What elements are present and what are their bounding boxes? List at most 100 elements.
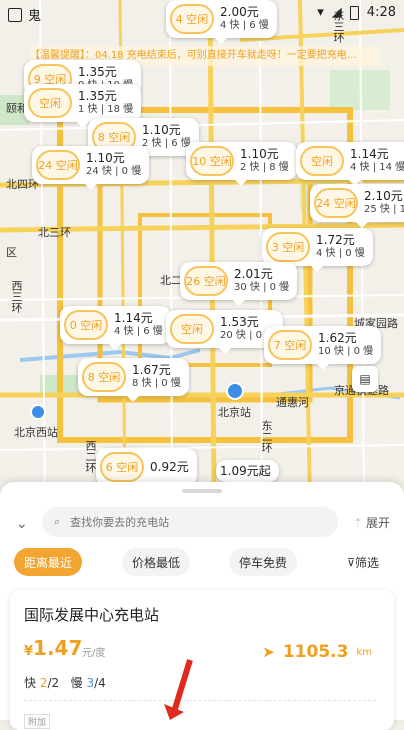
map-location-icon[interactable] (30, 404, 46, 420)
fast-total: /2 (47, 676, 60, 690)
filter-nearest[interactable]: 距离最近 (14, 548, 82, 576)
place-label: 北京站 (218, 406, 251, 419)
pin-price: 1.14元 (350, 147, 389, 161)
station-search-box[interactable]: ⌕ (42, 507, 338, 537)
search-icon: ⌕ (54, 515, 61, 528)
place-label: 东三环 (332, 10, 345, 43)
station-pin[interactable]: 8 空闲 1.67元 8 快 | 0 慢 (78, 358, 189, 402)
pin-count: 10 快 | 0 慢 (318, 346, 374, 357)
pin-free-badge: 7 空闲 (268, 330, 312, 360)
filter-icon: ⊽ (346, 555, 356, 569)
map-location-icon[interactable] (226, 382, 244, 400)
pin-price: 1.35元 (78, 65, 117, 79)
filter-more-label: 筛选 (355, 555, 380, 570)
filter-free-parking[interactable]: 停车免费 (229, 548, 297, 576)
distance-unit: km (356, 646, 372, 658)
pin-price: 2.01元 (234, 267, 273, 281)
station-tag: 附加 (24, 714, 51, 729)
filter-more[interactable]: ⊽ 筛选 (338, 548, 388, 576)
red-arrow-annotation (164, 659, 193, 720)
pin-price: 2.00元 (220, 5, 259, 19)
station-search-input[interactable] (68, 514, 313, 530)
station-pin[interactable]: 4 空闲 2.00元 4 快 | 6 慢 (166, 0, 277, 44)
pin-free-badge: 26 空闲 (184, 266, 228, 296)
pin-free-badge: 空闲 (28, 88, 72, 118)
station-pin[interactable]: 6 空闲 0.92元 (96, 448, 197, 492)
pin-free-badge: 4 空闲 (170, 4, 214, 34)
collapse-chevron-icon[interactable]: ⌄ (16, 516, 28, 532)
pin-price: 0.92元 (150, 460, 189, 474)
pin-count: 8 快 | 0 慢 (132, 378, 181, 389)
expand-icon: ⇡ (352, 515, 363, 530)
place-label: 区 (6, 246, 17, 259)
wifi-icon: ▾ (317, 5, 324, 20)
pin-price: 1.53元 (220, 315, 259, 329)
pin-price: 1.10元 (86, 151, 125, 165)
expand-button[interactable]: ⇡ 展开 (353, 514, 390, 531)
station-name: 国际发展中心充电站 (24, 606, 160, 624)
station-distance[interactable]: ➤ 1105.3 km (262, 642, 372, 662)
pin-free-badge: 10 空闲 (190, 146, 234, 176)
pin-count: 2 快 | 6 慢 (142, 138, 191, 149)
pin-free-badge: 24 空闲 (314, 188, 358, 218)
pin-count: 4 快 | 6 慢 (114, 326, 163, 337)
navigation-arrow-icon: ➤ (262, 643, 275, 661)
place-label: 北京西站 (14, 426, 58, 439)
filter-cheapest[interactable]: 价格最低 (122, 548, 190, 576)
pin-free-badge: 6 空闲 (100, 452, 144, 482)
pin-free-badge: 0 空闲 (64, 310, 108, 340)
chat-icon[interactable]: ▤ (352, 366, 378, 392)
slow-total: /4 (94, 676, 106, 690)
pin-count: 24 快 | 0 慢 (86, 166, 142, 177)
pin-price: 1.72元 (316, 233, 355, 247)
station-price: ¥1.47 (24, 636, 82, 660)
station-pin[interactable]: 7 空闲 1.62元 10 快 | 0 慢 (264, 326, 382, 370)
pin-count: 2 快 | 8 慢 (240, 162, 289, 173)
pin-price: 1.62元 (318, 331, 357, 345)
station-pin[interactable]: 1.09元起 (216, 460, 279, 488)
price-unit: 元/度 (82, 648, 106, 659)
pin-price: 1.35元 (78, 89, 117, 103)
station-price-value: 1.47 (33, 636, 83, 660)
map-view[interactable]: 鬼 ▾ ◢ 4:28 【温馨提醒】：04.18 充电结束后，可别直接开车就走呀！… (0, 0, 404, 500)
station-pin[interactable]: 24 空闲 1.10元 24 快 | 0 慢 (32, 146, 150, 190)
pin-free-badge: 24 空闲 (36, 150, 80, 180)
pin-price: 1.10元 (240, 147, 279, 161)
pin-free-badge: 空闲 (170, 314, 214, 344)
distance-value: 1105.3 (282, 642, 349, 662)
pin-free-badge: 空闲 (300, 146, 344, 176)
pin-count: 30 快 | 0 慢 (234, 282, 290, 293)
station-pin[interactable]: 10 空闲 1.10元 2 快 | 8 慢 (186, 142, 297, 186)
slow-label: 慢 (70, 676, 83, 690)
battery-icon (349, 5, 359, 20)
fast-label: 快 (24, 676, 37, 690)
place-label: 通惠河 (276, 396, 309, 409)
sheet-handle[interactable] (182, 489, 222, 493)
station-pin[interactable]: 26 空闲 2.01元 30 快 | 0 慢 (180, 262, 298, 306)
pin-count: 25 快 | 1 (364, 204, 404, 215)
station-pin[interactable]: 空闲 1.14元 4 快 | 14 慢 (296, 142, 404, 186)
place-label: 西三环 (10, 280, 23, 313)
gallery-icon (8, 7, 22, 22)
expand-label: 展开 (365, 516, 390, 530)
pin-price: 1.67元 (132, 363, 171, 377)
slow-available: 3 (86, 676, 95, 690)
pin-count: 4 快 | 6 慢 (220, 20, 269, 31)
currency-symbol: ¥ (24, 644, 34, 659)
station-pin[interactable]: 3 空闲 1.72元 4 快 | 0 慢 (262, 228, 373, 272)
pin-count: 4 快 | 14 慢 (350, 162, 404, 173)
pin-count: 1 快 | 18 慢 (78, 104, 134, 115)
place-label: 北三环 (38, 226, 71, 239)
pin-price: 1.09元起 (220, 464, 271, 478)
charger-counts: 快 2/2 慢 3/4 (24, 674, 106, 691)
station-pin[interactable]: 0 空闲 1.14元 4 快 | 6 慢 (60, 306, 171, 350)
pin-count: 4 快 | 0 慢 (316, 248, 365, 259)
pin-free-badge: 3 空闲 (266, 232, 310, 262)
pin-free-badge: 8 空闲 (82, 362, 126, 392)
status-left-glyph: 鬼 (28, 9, 42, 24)
place-label: 东二环 (260, 420, 273, 453)
pin-price: 1.10元 (142, 123, 181, 137)
pin-price: 2.10元 (364, 189, 403, 203)
station-pin[interactable]: 空闲 1.35元 1 快 | 18 慢 (24, 84, 142, 128)
station-pin[interactable]: 24 空闲 2.10元 25 快 | 1 (310, 184, 404, 228)
